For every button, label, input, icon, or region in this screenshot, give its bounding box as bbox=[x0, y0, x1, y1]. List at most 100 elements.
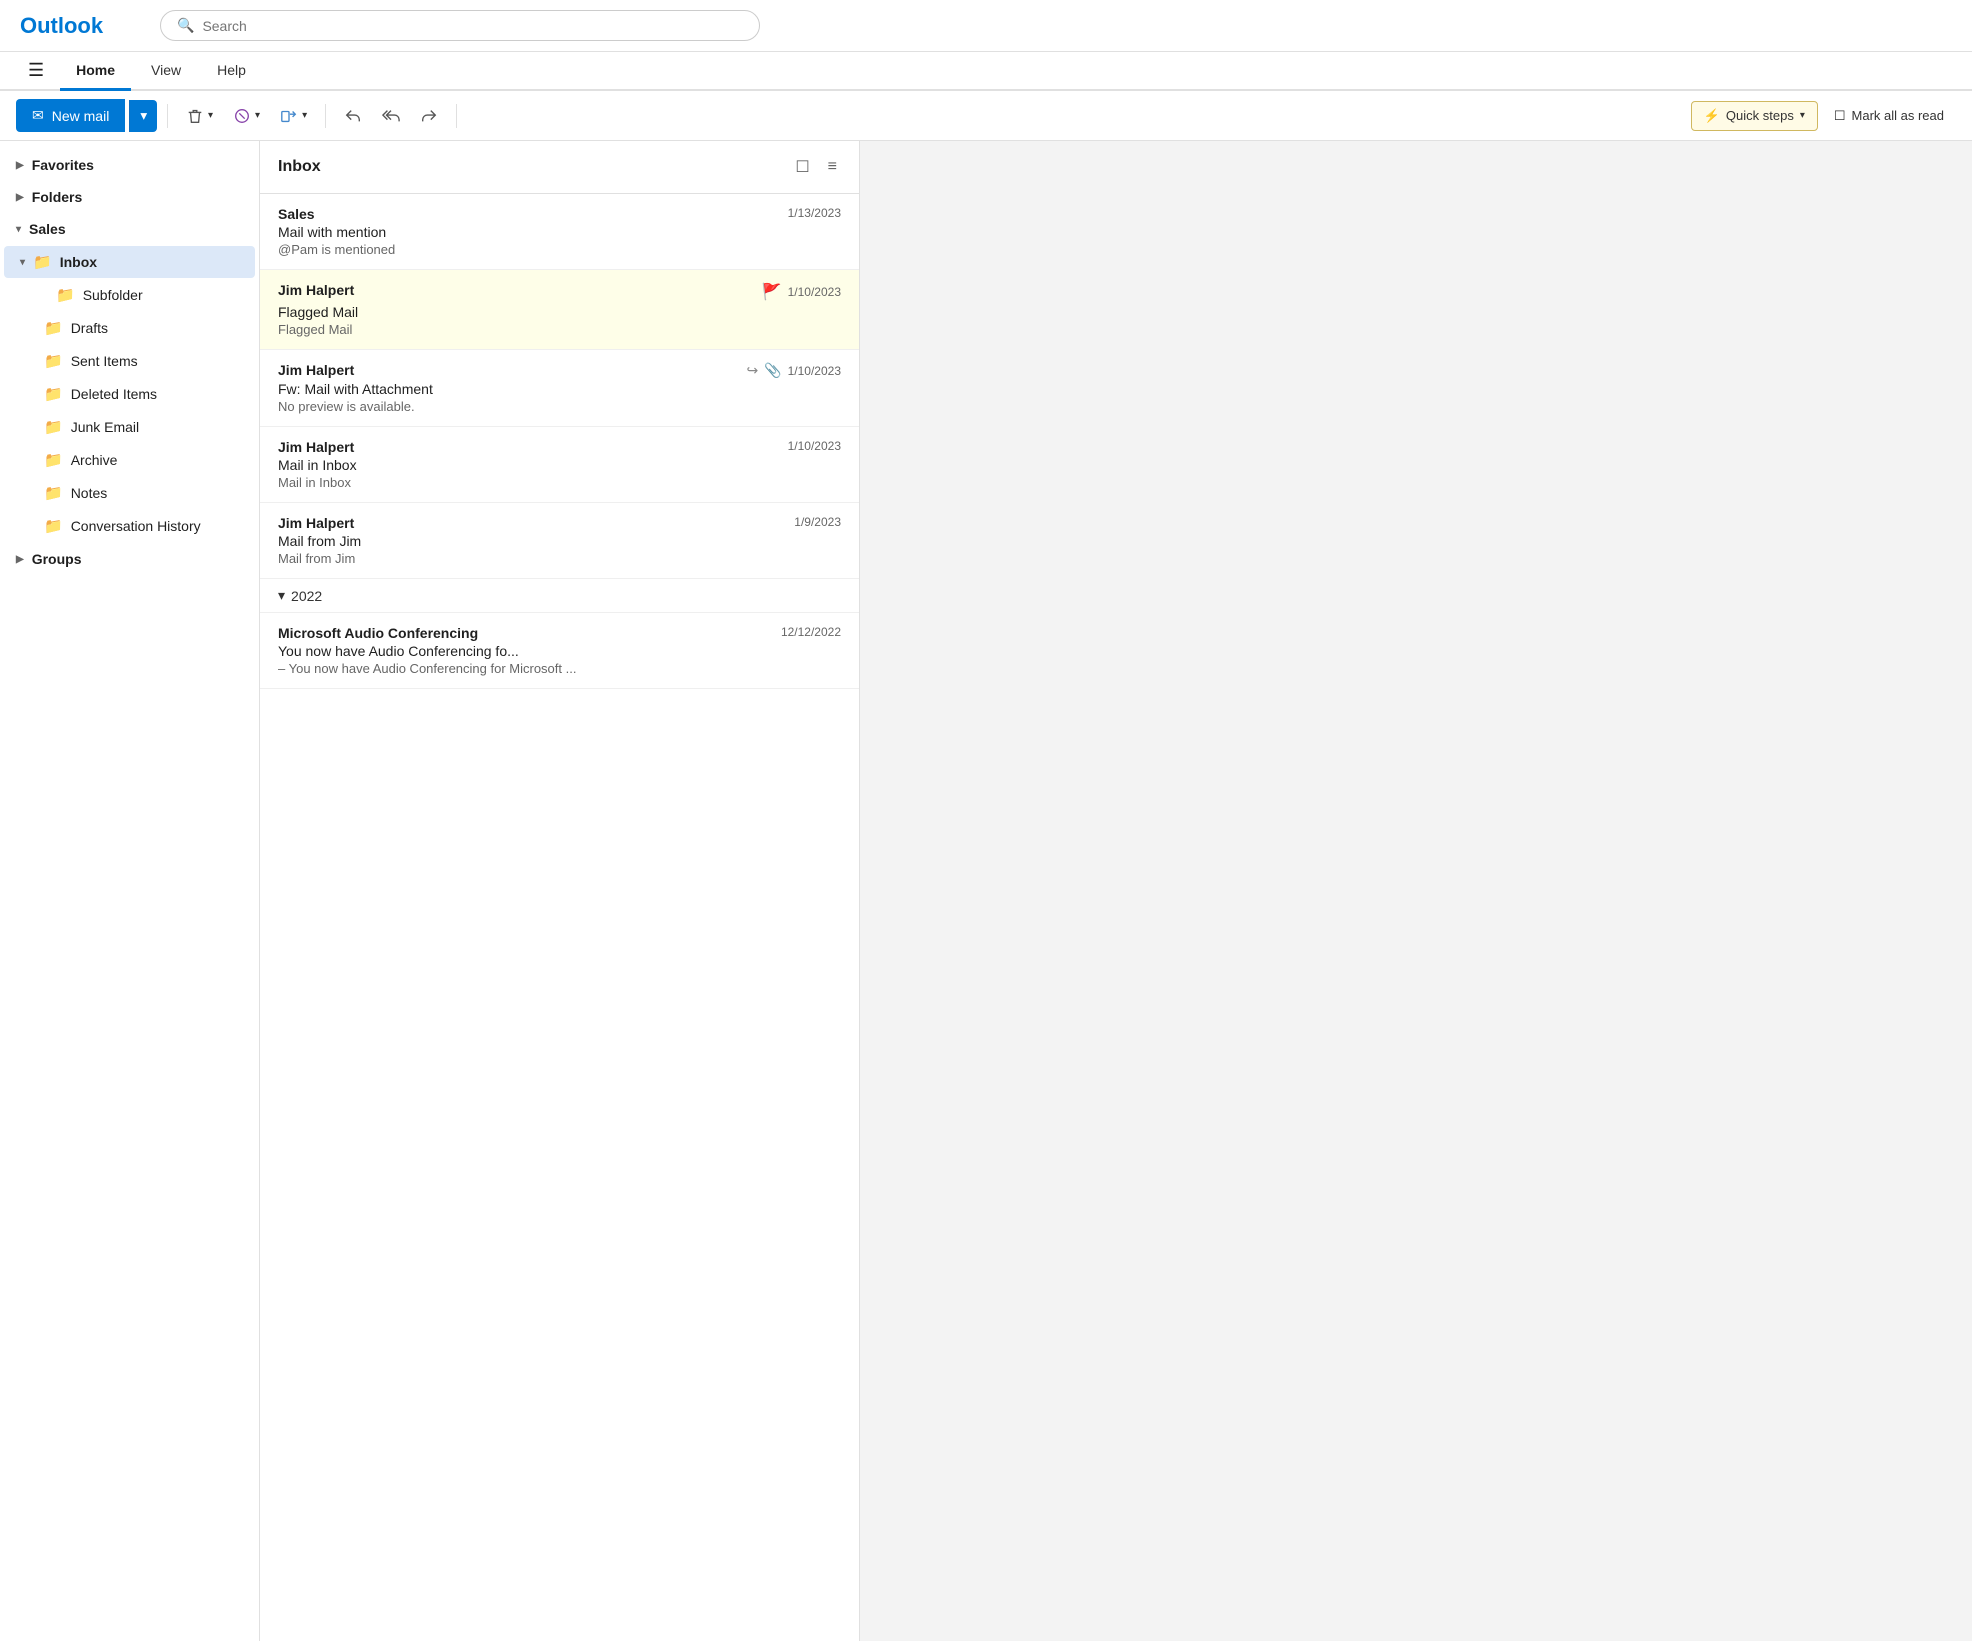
email-subject: Flagged Mail bbox=[278, 304, 841, 320]
inbox-folder-icon: 📁 bbox=[33, 253, 52, 271]
email-item-header: Jim Halpert 1/10/2023 bbox=[278, 439, 841, 455]
email-item[interactable]: Jim Halpert 1/9/2023 Mail from Jim Mail … bbox=[260, 503, 859, 579]
email-sender: Sales bbox=[278, 206, 315, 222]
conv-history-icon: 📁 bbox=[44, 517, 63, 535]
sales-group[interactable]: ▾ Sales bbox=[0, 213, 259, 245]
sales-label: Sales bbox=[29, 221, 66, 237]
email-sender: Microsoft Audio Conferencing bbox=[278, 625, 478, 641]
junk-icon: 📁 bbox=[44, 418, 63, 436]
year-chevron: ▾ bbox=[278, 587, 285, 604]
main-layout: ▶ Favorites ▶ Folders ▾ Sales ▾ 📁 Inbox … bbox=[0, 141, 1972, 1641]
email-item-header: Jim Halpert ↪ 📎 1/10/2023 bbox=[278, 362, 841, 379]
mark-read-icon: ☐ bbox=[1834, 108, 1846, 124]
search-input[interactable] bbox=[202, 18, 743, 34]
subfolder-label: Subfolder bbox=[83, 287, 143, 303]
drafts-icon: 📁 bbox=[44, 319, 63, 337]
sidebar-item-deleted[interactable]: 📁 Deleted Items bbox=[4, 378, 255, 410]
email-item-header: Sales 1/13/2023 bbox=[278, 206, 841, 222]
new-mail-dropdown-button[interactable]: ▾ bbox=[129, 100, 157, 132]
sidebar-item-conversation-history[interactable]: 📁 Conversation History bbox=[4, 510, 255, 542]
attachment-icon: 📎 bbox=[764, 362, 781, 379]
email-date: 12/12/2022 bbox=[781, 625, 841, 639]
deleted-icon: 📁 bbox=[44, 385, 63, 403]
email-item[interactable]: Jim Halpert 🚩 1/10/2023 Flagged Mail Fla… bbox=[260, 270, 859, 350]
inbox-chevron: ▾ bbox=[20, 257, 25, 268]
groups-label: Groups bbox=[32, 551, 82, 567]
favorites-label: Favorites bbox=[32, 157, 94, 173]
mark-all-read-button[interactable]: ☐ Mark all as read bbox=[1822, 102, 1956, 130]
favorites-group[interactable]: ▶ Favorites bbox=[0, 149, 259, 181]
new-mail-button[interactable]: ✉ New mail bbox=[16, 99, 125, 132]
email-item[interactable]: Microsoft Audio Conferencing 12/12/2022 … bbox=[260, 613, 859, 689]
subfolder-icon: 📁 bbox=[56, 286, 75, 304]
sidebar-item-archive[interactable]: 📁 Archive bbox=[4, 444, 255, 476]
select-all-button[interactable]: ☐ bbox=[791, 155, 813, 179]
email-preview: Mail in Inbox bbox=[278, 475, 841, 490]
conv-history-label: Conversation History bbox=[71, 518, 201, 534]
quick-steps-chevron: ▾ bbox=[1800, 110, 1805, 121]
sidebar-item-inbox[interactable]: ▾ 📁 Inbox bbox=[4, 246, 255, 278]
inbox-label: Inbox bbox=[60, 254, 97, 270]
email-sender: Jim Halpert bbox=[278, 282, 354, 298]
email-item[interactable]: Jim Halpert 1/10/2023 Mail in Inbox Mail… bbox=[260, 427, 859, 503]
outlook-logo: Outlook bbox=[20, 13, 140, 39]
folders-chevron: ▶ bbox=[16, 192, 24, 203]
sidebar-item-notes[interactable]: 📁 Notes bbox=[4, 477, 255, 509]
email-list: Sales 1/13/2023 Mail with mention @Pam i… bbox=[260, 194, 859, 1641]
quick-steps-label: Quick steps bbox=[1726, 108, 1794, 123]
search-icon: 🔍 bbox=[177, 17, 194, 34]
sort-button[interactable]: ≡ bbox=[824, 155, 841, 179]
quick-steps-button[interactable]: ⚡ Quick steps ▾ bbox=[1691, 101, 1818, 131]
hamburger-icon[interactable]: ☰ bbox=[16, 52, 56, 89]
sent-label: Sent Items bbox=[71, 353, 138, 369]
junk-chevron: ▾ bbox=[255, 110, 260, 121]
year-divider: ▾ 2022 bbox=[260, 579, 859, 613]
year-label: 2022 bbox=[291, 588, 322, 604]
sidebar: ▶ Favorites ▶ Folders ▾ Sales ▾ 📁 Inbox … bbox=[0, 141, 260, 1641]
archive-label: Archive bbox=[71, 452, 118, 468]
move-button[interactable]: ▾ bbox=[272, 101, 315, 131]
email-subject: Fw: Mail with Attachment bbox=[278, 381, 841, 397]
email-subject: Mail from Jim bbox=[278, 533, 841, 549]
reply-all-button[interactable] bbox=[374, 101, 408, 131]
folders-group[interactable]: ▶ Folders bbox=[0, 181, 259, 213]
new-mail-label: New mail bbox=[52, 108, 110, 124]
email-meta: 🚩 1/10/2023 bbox=[762, 282, 841, 302]
junk-label: Junk Email bbox=[71, 419, 139, 435]
nav-view[interactable]: View bbox=[135, 52, 197, 91]
groups-group[interactable]: ▶ Groups bbox=[0, 543, 259, 575]
email-preview: No preview is available. bbox=[278, 399, 841, 414]
navbar: ☰ Home View Help bbox=[0, 52, 1972, 91]
sidebar-item-subfolder[interactable]: 📁 Subfolder bbox=[4, 279, 255, 311]
notes-label: Notes bbox=[71, 485, 108, 501]
drafts-label: Drafts bbox=[71, 320, 108, 336]
email-item[interactable]: Jim Halpert ↪ 📎 1/10/2023 Fw: Mail with … bbox=[260, 350, 859, 427]
groups-chevron: ▶ bbox=[16, 554, 24, 565]
forward-button[interactable] bbox=[412, 101, 446, 131]
toolbar-separator-1 bbox=[167, 104, 168, 128]
email-date: 1/13/2023 bbox=[788, 206, 841, 220]
nav-help[interactable]: Help bbox=[201, 52, 262, 91]
email-meta: ↪ 📎 1/10/2023 bbox=[746, 362, 841, 379]
inbox-header-actions: ☐ ≡ bbox=[791, 155, 841, 179]
toolbar: ✉ New mail ▾ ▾ ▾ ▾ ⚡ Quick steps ▾ ☐ M bbox=[0, 91, 1972, 141]
email-item-header: Jim Halpert 1/9/2023 bbox=[278, 515, 841, 531]
email-pane: Inbox ☐ ≡ Sales 1/13/2023 Mail with ment… bbox=[260, 141, 860, 1641]
junk-button[interactable]: ▾ bbox=[225, 101, 268, 131]
archive-icon: 📁 bbox=[44, 451, 63, 469]
email-subject: You now have Audio Conferencing fo... bbox=[278, 643, 841, 659]
sidebar-item-drafts[interactable]: 📁 Drafts bbox=[4, 312, 255, 344]
delete-button[interactable]: ▾ bbox=[178, 101, 221, 131]
inbox-title: Inbox bbox=[278, 158, 321, 176]
toolbar-separator-3 bbox=[456, 104, 457, 128]
reply-button[interactable] bbox=[336, 101, 370, 131]
sidebar-item-sent[interactable]: 📁 Sent Items bbox=[4, 345, 255, 377]
email-sender: Jim Halpert bbox=[278, 362, 354, 378]
search-bar[interactable]: 🔍 bbox=[160, 10, 760, 41]
email-item[interactable]: Sales 1/13/2023 Mail with mention @Pam i… bbox=[260, 194, 859, 270]
folders-label: Folders bbox=[32, 189, 83, 205]
sidebar-item-junk[interactable]: 📁 Junk Email bbox=[4, 411, 255, 443]
notes-icon: 📁 bbox=[44, 484, 63, 502]
nav-home[interactable]: Home bbox=[60, 52, 131, 91]
sales-chevron: ▾ bbox=[16, 224, 21, 235]
